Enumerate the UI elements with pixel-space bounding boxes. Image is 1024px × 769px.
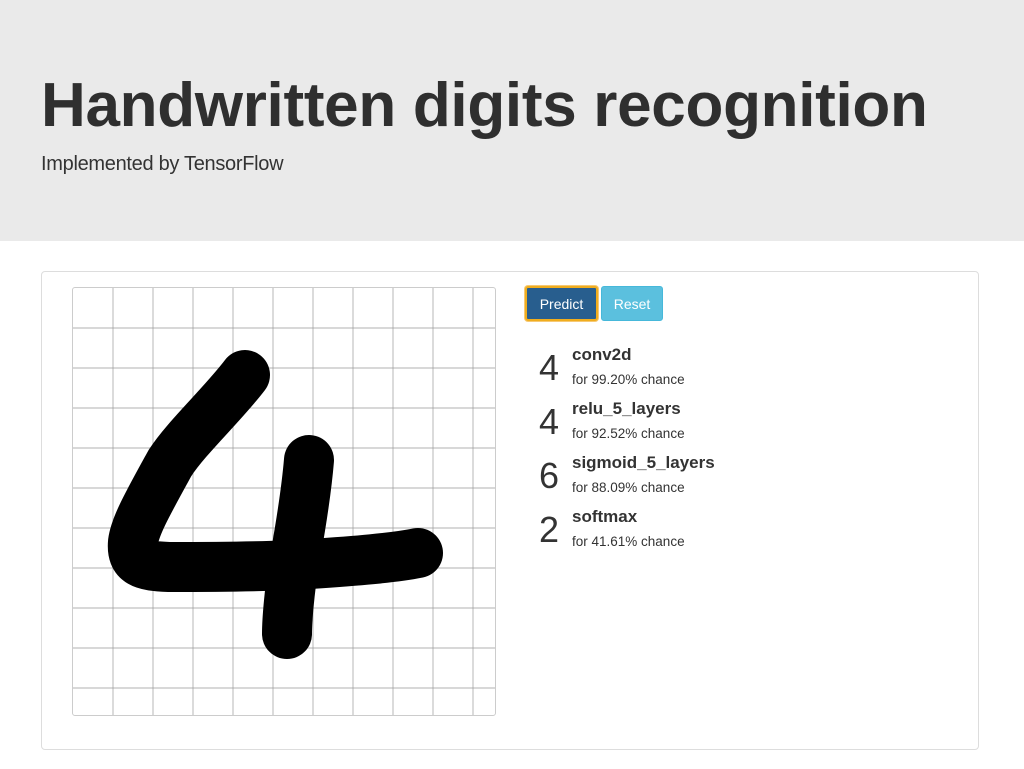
model-name: softmax <box>572 507 638 526</box>
prediction-chance: for 92.52% chance <box>572 426 685 441</box>
result-item: 2 softmax for 41.61% chance <box>539 506 839 560</box>
prediction-chance: for 99.20% chance <box>572 372 685 387</box>
predicted-digit: 4 <box>539 401 560 442</box>
main-panel: Predict Reset 4 conv2d for 99.20% chance… <box>41 271 979 750</box>
page-title: Handwritten digits recognition <box>41 71 928 140</box>
header-jumbotron: Handwritten digits recognition Implement… <box>0 0 1024 241</box>
predicted-digit: 4 <box>539 347 560 388</box>
result-item: 4 conv2d for 99.20% chance <box>539 344 839 398</box>
model-name: conv2d <box>572 345 632 364</box>
result-item: 4 relu_5_layers for 92.52% chance <box>539 398 839 452</box>
drawing-surface[interactable] <box>73 288 496 716</box>
prediction-chance: for 41.61% chance <box>572 534 685 549</box>
result-item: 6 sigmoid_5_layers for 88.09% chance <box>539 452 839 506</box>
predicted-digit: 6 <box>539 455 560 496</box>
predicted-digit: 2 <box>539 509 560 550</box>
prediction-results: 4 conv2d for 99.20% chance 4 relu_5_laye… <box>539 344 839 560</box>
page-subtitle: Implemented by TensorFlow <box>41 153 284 175</box>
model-name: sigmoid_5_layers <box>572 453 715 472</box>
drawn-digit-stroke <box>262 435 334 659</box>
drawing-canvas[interactable] <box>72 287 496 716</box>
model-name: relu_5_layers <box>572 399 681 418</box>
reset-button[interactable]: Reset <box>601 286 663 321</box>
prediction-chance: for 88.09% chance <box>572 480 685 495</box>
predict-button[interactable]: Predict <box>525 286 598 321</box>
